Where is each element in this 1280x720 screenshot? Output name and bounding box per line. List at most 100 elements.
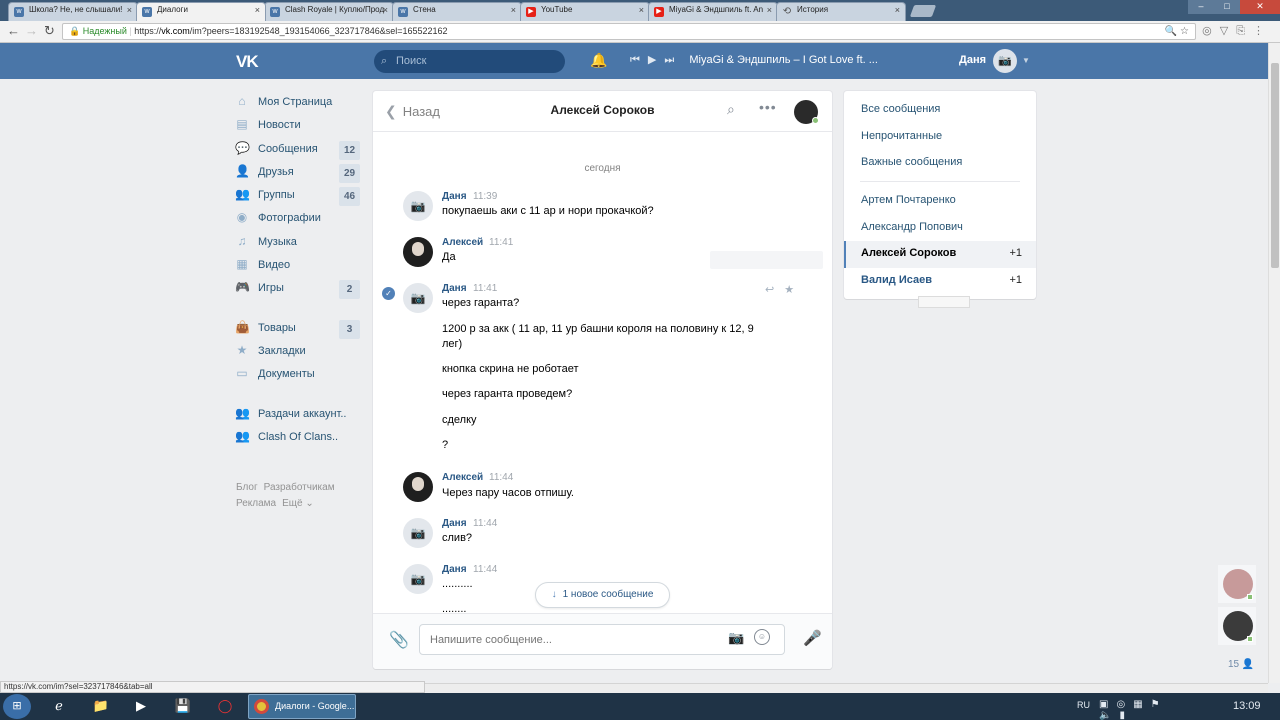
close-window-icon[interactable]: ✕ (1240, 0, 1280, 14)
camera-icon[interactable]: 📷 (403, 191, 433, 221)
dialog-item[interactable]: Артем Почтаренко (844, 189, 1036, 215)
next-track-icon[interactable]: ⏭ (664, 54, 674, 66)
camera-icon[interactable]: 📷 (403, 283, 433, 313)
tray-icon[interactable]: ▣ (1099, 699, 1116, 710)
url-field[interactable]: 🔒 Надежный | https://vk.com/im?peers=183… (62, 23, 1196, 40)
close-icon[interactable]: × (383, 5, 388, 15)
menu-item-bookmarks[interactable]: ★ Закладки (235, 342, 360, 365)
menu-icon[interactable]: ⋮ (1253, 25, 1272, 37)
extension-icon[interactable]: ◎ (1202, 25, 1220, 37)
media-player-icon[interactable]: ▶ (126, 695, 156, 717)
friend-avatar[interactable] (1218, 607, 1256, 645)
friends-online-count[interactable]: 15 👤 (1228, 659, 1254, 670)
emoji-icon[interactable]: ☺ (754, 629, 770, 645)
filter-unread[interactable]: Непрочитанные (844, 125, 1036, 151)
menu-item-community[interactable]: 👥 Раздачи аккаунт.. (235, 405, 360, 428)
new-tab-button[interactable] (909, 5, 937, 17)
microphone-icon[interactable]: 🎤 (803, 629, 822, 647)
clock[interactable]: 13:09 (1233, 700, 1261, 712)
browser-tab[interactable]: ▶ YouTube × (520, 2, 650, 21)
menu-item-community[interactable]: 👥 Clash Of Clans.. (235, 428, 360, 451)
menu-item-groups[interactable]: 👥 Группы 46 (235, 186, 360, 209)
internet-explorer-icon[interactable]: ℯ (44, 695, 74, 717)
close-icon[interactable]: × (895, 5, 900, 15)
filter-all-messages[interactable]: Все сообщения (844, 98, 1036, 124)
close-icon[interactable]: × (639, 5, 644, 15)
star-icon[interactable]: ★ (784, 284, 804, 296)
menu-item-friends[interactable]: 👤 Друзья 29 (235, 163, 360, 186)
network-icon[interactable]: ▮ (1119, 710, 1133, 720)
footer-link[interactable]: Блог (236, 482, 258, 493)
volume-icon[interactable]: 🔈 (1099, 710, 1119, 720)
close-icon[interactable]: × (511, 5, 516, 15)
check-icon[interactable]: ✓ (382, 287, 395, 300)
browser-tab[interactable]: ⟲ История × (776, 2, 906, 21)
zoom-icon[interactable]: 🔍 (1165, 26, 1177, 37)
menu-item-music[interactable]: ♫ Музыка (235, 233, 360, 256)
notifications-bell-icon[interactable]: 🔔 (590, 52, 607, 69)
maximize-icon[interactable]: □ (1214, 0, 1240, 14)
footer-link[interactable]: Реклама (236, 498, 276, 509)
menu-item-photos[interactable]: ◉ Фотографии (235, 209, 360, 232)
attach-icon[interactable]: 📎 (389, 630, 409, 650)
close-icon[interactable]: × (767, 5, 772, 15)
taskbar-chrome-task[interactable]: Диалоги - Google... (248, 694, 356, 719)
message-author[interactable]: Даня (442, 564, 467, 575)
new-messages-button[interactable]: ↓ 1 новое сообщение (535, 582, 670, 608)
menu-item-news[interactable]: ▤ Новости (235, 116, 360, 139)
dialog-item[interactable]: Валид Исаев +1 (844, 269, 1036, 295)
menu-item-documents[interactable]: ▭ Документы (235, 365, 360, 388)
back-arrow-icon[interactable]: ← (7, 23, 20, 38)
footer-link[interactable]: Ещё ⌄ (282, 498, 314, 509)
browser-tab[interactable]: ▶ MiyaGi & Эндшпиль ft. An × (648, 2, 778, 21)
browser-tab[interactable]: w Школа? Не, не слышали! × (8, 2, 138, 21)
close-icon[interactable]: × (255, 5, 260, 15)
menu-item-games[interactable]: 🎮 Игры 2 (235, 279, 360, 302)
reply-icon[interactable]: ↩ (765, 284, 784, 296)
minimize-icon[interactable]: – (1188, 0, 1214, 14)
dialog-item-active[interactable]: Алексей Сороков +1 (844, 241, 1036, 268)
camera-icon[interactable]: 📷 (993, 49, 1017, 73)
message-author[interactable]: Алексей (442, 472, 483, 483)
footer-link[interactable]: Разработчикам (264, 482, 335, 493)
star-icon[interactable]: ☆ (1180, 26, 1189, 37)
message-author[interactable]: Даня (442, 518, 467, 529)
save-icon[interactable]: 💾 (168, 695, 198, 717)
menu-item-messages[interactable]: 💬 Сообщения 12 (235, 140, 360, 163)
folder-icon[interactable]: 📁 (86, 695, 116, 717)
dialog-item[interactable]: Александр Попович (844, 216, 1036, 242)
search-icon[interactable]: ⌕ (727, 101, 735, 118)
avatar[interactable] (403, 472, 433, 502)
tray-icon[interactable]: ◎ (1116, 699, 1133, 710)
previous-track-icon[interactable]: ⏮ (630, 54, 640, 66)
vertical-scrollbar[interactable] (1268, 43, 1280, 683)
start-button[interactable]: ⊞ (3, 694, 31, 719)
message-author[interactable]: Алексей (442, 237, 483, 248)
tray-icon[interactable]: ▦ (1133, 699, 1150, 710)
message-author[interactable]: Даня (442, 191, 467, 202)
friend-avatar[interactable] (1218, 565, 1256, 603)
reload-icon[interactable]: ↻ (44, 23, 55, 39)
chevron-down-icon[interactable]: ▼ (1022, 56, 1030, 65)
track-title[interactable]: MiyaGi & Эндшпиль – I Got Love ft. ... (689, 54, 878, 66)
forward-arrow-icon[interactable]: → (25, 23, 38, 38)
browser-tab-active[interactable]: w Диалоги × (136, 2, 266, 21)
opera-icon[interactable]: ◯ (210, 695, 240, 717)
menu-item-my-page[interactable]: ⌂ Моя Страница (235, 93, 360, 116)
browser-tab[interactable]: w Clash Royale | Куплю/Прод × (264, 2, 394, 21)
extension-icon[interactable]: ▽ (1220, 25, 1236, 37)
camera-icon[interactable]: 📷 (728, 630, 744, 646)
flag-icon[interactable]: ⚑ (1151, 699, 1168, 710)
filter-important[interactable]: Важные сообщения (844, 151, 1036, 177)
search-input[interactable]: ⌕ Поиск (374, 50, 565, 73)
extension-icon[interactable]: ⎘ (1236, 25, 1253, 37)
avatar[interactable] (403, 237, 433, 267)
language-indicator[interactable]: RU (1077, 700, 1090, 710)
close-icon[interactable]: × (127, 5, 132, 15)
menu-item-market[interactable]: 👜 Товары 3 (235, 319, 360, 342)
message-author[interactable]: Даня (442, 283, 467, 294)
header-user-name[interactable]: Даня (959, 54, 986, 66)
scrollbar-thumb[interactable] (1271, 63, 1279, 268)
more-icon[interactable]: ••• (759, 99, 777, 115)
vk-logo[interactable]: VK (236, 52, 259, 72)
